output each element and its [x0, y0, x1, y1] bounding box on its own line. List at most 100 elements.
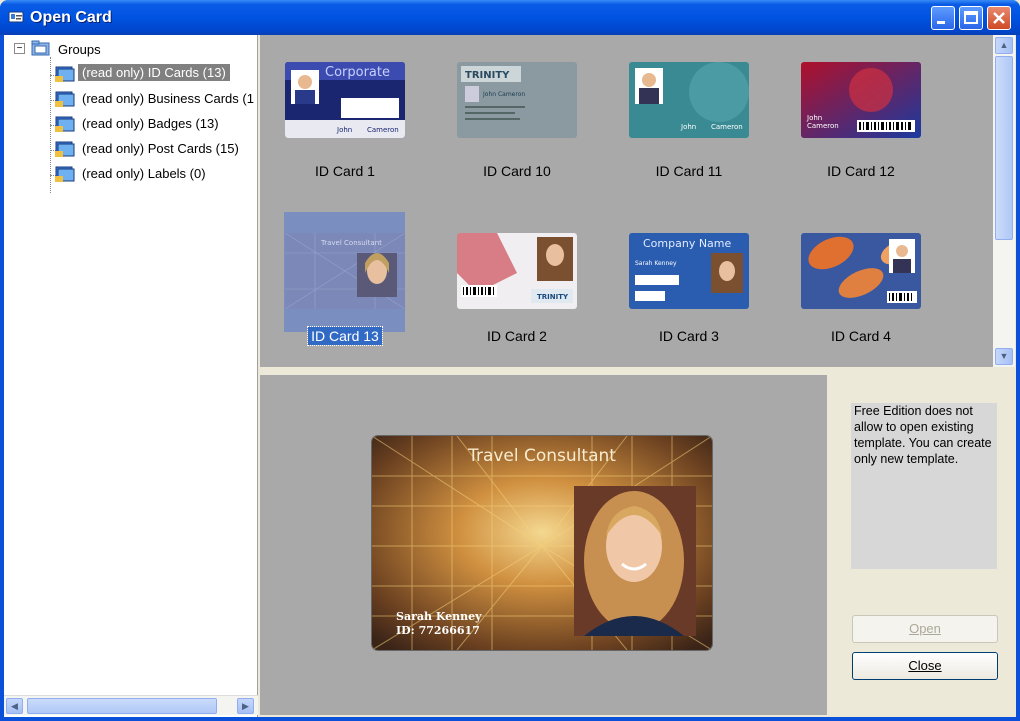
card-image: [801, 233, 921, 309]
tree-item-business-cards[interactable]: (read only) Business Cards (1: [54, 88, 254, 110]
card-label-text: ID Card 13: [307, 326, 383, 346]
card-label-text: ID Card 3: [659, 328, 719, 344]
preview-person-id: ID: 77266617: [396, 624, 480, 637]
card-tile-id-card-13[interactable]: Travel Consultant ID Card 13: [260, 200, 410, 360]
window-title: Open Card: [30, 9, 112, 26]
scroll-down-button[interactable]: ▼: [995, 348, 1013, 365]
card-preview-pane: Travel Consultant Sarah Kenney ID: 77266…: [260, 375, 827, 715]
tree-item-label: (read only) Business Cards (1: [82, 91, 254, 106]
preview-card-title: Travel Consultant: [467, 446, 616, 466]
card-image: Corporate John Cameron: [285, 62, 405, 138]
card-tile-id-card-2[interactable]: TRINITY ID Card 2: [432, 200, 582, 360]
card-label: ID Card 10: [432, 163, 602, 179]
card-tile-id-card-4[interactable]: ID Card 4: [776, 200, 926, 360]
close-button[interactable]: Close: [852, 652, 998, 680]
card-tile-id-card-12[interactable]: John Cameron ID Card 12: [776, 35, 926, 195]
card-stack-icon: [55, 91, 75, 107]
card-tile-id-card-11[interactable]: John Cameron ID Card 11: [604, 35, 754, 195]
card-thumbnail: TRINITY: [457, 233, 577, 309]
card-preview: Travel Consultant Sarah Kenney ID: 77266…: [372, 436, 712, 650]
card-thumbnail: Travel Consultant: [285, 233, 405, 309]
scroll-thumb[interactable]: [995, 56, 1013, 240]
card-tile-id-card-3[interactable]: Company Name Sarah Kenney ID Card 3: [604, 200, 754, 360]
tree-item-label: (read only) Badges (13): [82, 116, 219, 131]
card-stack-icon: [55, 166, 75, 182]
card-image: Travel Consultant: [285, 233, 405, 309]
card-tile-id-card-1[interactable]: Corporate John Cameron ID Card 1: [260, 35, 410, 195]
card-label-text: ID Card 11: [655, 163, 723, 179]
card-text: Cameron: [711, 123, 743, 131]
minimize-button[interactable]: [931, 6, 955, 30]
card-image: Company Name Sarah Kenney: [629, 233, 749, 309]
collapse-toggle[interactable]: −: [14, 43, 25, 54]
card-label-text: ID Card 12: [827, 163, 895, 179]
scroll-right-button[interactable]: ▶: [237, 698, 254, 714]
app-icon: [8, 11, 24, 23]
close-window-button[interactable]: [987, 6, 1011, 30]
preview-person-name: Sarah Kenney: [396, 610, 482, 623]
maximize-button[interactable]: [959, 6, 983, 30]
scroll-up-button[interactable]: ▲: [995, 37, 1013, 54]
card-text: Sarah Kenney: [635, 260, 677, 267]
card-text: Travel Consultant: [320, 239, 382, 247]
card-label-text: ID Card 1: [315, 163, 375, 179]
gallery-vertical-scrollbar[interactable]: ▲ ▼: [993, 35, 1015, 367]
scroll-thumb[interactable]: [27, 698, 217, 714]
tree-root-label: Groups: [58, 42, 101, 57]
card-label: ID Card 3: [604, 328, 774, 344]
card-label: ID Card 12: [776, 163, 946, 179]
card-label-text: ID Card 4: [831, 328, 891, 344]
card-image: John Cameron: [629, 62, 749, 138]
card-image: TRINITY: [457, 233, 577, 309]
card-stack-icon: [55, 66, 75, 82]
action-panel: Free Edition does not allow to open exis…: [827, 375, 1015, 715]
preview-card-image: Travel Consultant Sarah Kenney ID: 77266…: [372, 436, 712, 650]
card-image: John Cameron: [801, 62, 921, 138]
card-thumbnail: [801, 233, 921, 309]
tree-item-badges[interactable]: (read only) Badges (13): [54, 113, 254, 135]
card-label: ID Card 13: [260, 326, 430, 346]
card-label: ID Card 4: [776, 328, 946, 344]
card-thumbnail: TRINITY John Cameron: [457, 62, 577, 138]
groups-folder-icon: [31, 40, 50, 56]
tree-item-label: (read only) Labels (0): [82, 166, 206, 181]
card-label: ID Card 11: [604, 163, 774, 179]
open-card-window: Open Card − Groups (read only) ID Cards: [0, 0, 1020, 721]
group-tree: − Groups (read only) ID Cards (13) (read…: [4, 35, 258, 717]
card-text: Cameron: [367, 126, 399, 134]
scroll-left-button[interactable]: ◀: [6, 698, 23, 714]
title-bar[interactable]: Open Card: [0, 0, 1020, 35]
card-tile-id-card-10[interactable]: TRINITY John Cameron ID Card 10: [432, 35, 582, 195]
close-button-label: Close: [908, 658, 942, 673]
minimize-icon: [937, 21, 945, 24]
card-label: ID Card 2: [432, 328, 602, 344]
tree-item-post-cards[interactable]: (read only) Post Cards (15): [54, 138, 254, 160]
tree-item-labels[interactable]: (read only) Labels (0): [54, 163, 254, 185]
open-button[interactable]: Open: [852, 615, 998, 643]
card-thumbnail: John Cameron: [801, 62, 921, 138]
tree-horizontal-scrollbar[interactable]: ◀ ▶: [4, 695, 258, 715]
card-thumbnail: John Cameron: [629, 62, 749, 138]
tree-item-id-cards[interactable]: (read only) ID Cards (13): [54, 63, 254, 85]
card-label-text: ID Card 10: [483, 163, 551, 179]
card-thumbnail: Corporate John Cameron: [285, 62, 405, 138]
card-text: TRINITY: [537, 293, 569, 301]
card-text: John Cameron: [482, 91, 525, 98]
card-image: TRINITY John Cameron: [457, 62, 577, 138]
card-text: TRINITY: [465, 70, 510, 81]
card-text: Company Name: [643, 237, 732, 250]
card-text: Cameron: [807, 122, 839, 130]
pane-splitter[interactable]: [260, 367, 1015, 375]
card-stack-icon: [55, 141, 75, 157]
close-icon: [993, 12, 1005, 24]
maximize-icon: [964, 11, 978, 24]
open-button-label: Open: [909, 621, 941, 636]
edition-notice: Free Edition does not allow to open exis…: [851, 403, 997, 569]
card-text: John: [680, 123, 696, 131]
card-thumbnail: Company Name Sarah Kenney: [629, 233, 749, 309]
card-label-text: ID Card 2: [487, 328, 547, 344]
card-gallery: Corporate John Cameron ID Card 1 TRINITY: [260, 35, 993, 367]
tree-item-label: (read only) Post Cards (15): [82, 141, 239, 156]
tree-item-label: (read only) ID Cards (13): [78, 64, 230, 81]
card-text: Corporate: [325, 65, 390, 80]
